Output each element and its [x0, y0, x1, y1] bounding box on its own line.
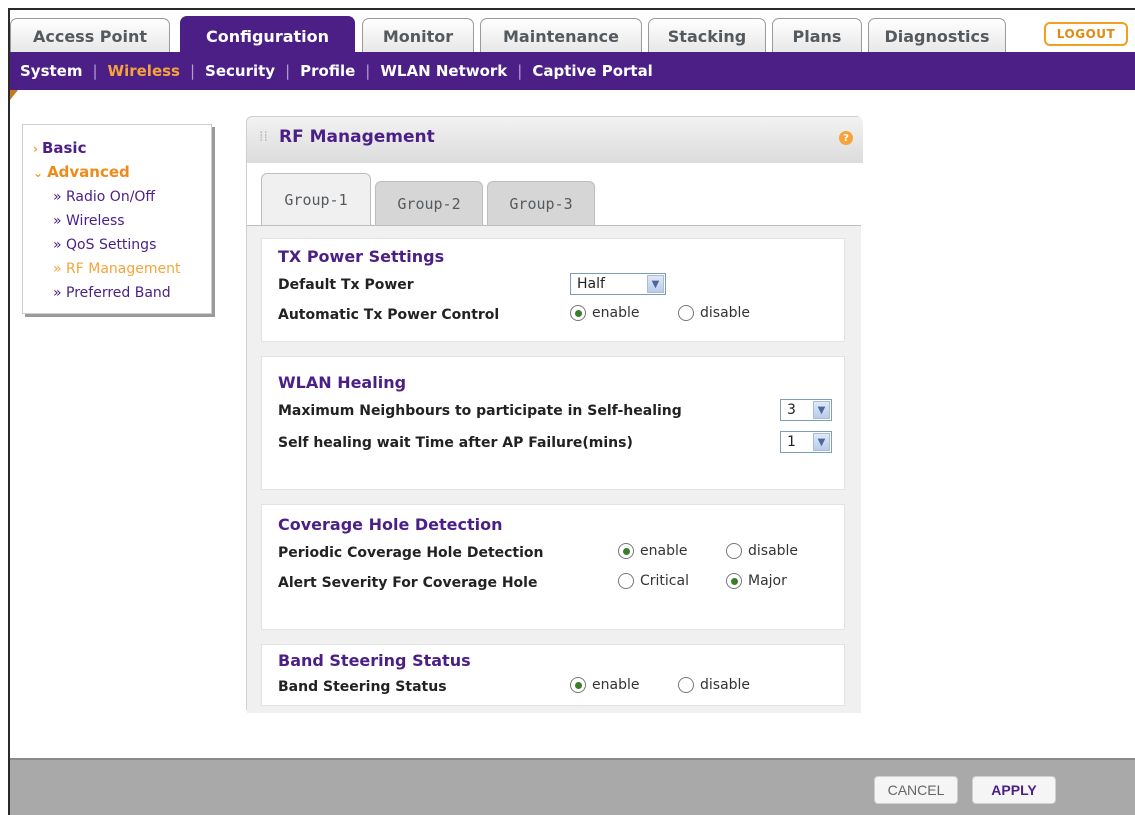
sidebar-item-rf-management[interactable]: » RF Management: [53, 261, 180, 277]
subnav-separator: |: [365, 62, 371, 80]
sidebar-basic-label: Basic: [41, 139, 87, 157]
auto-tx-enable-label: enable: [592, 305, 640, 321]
radio-selected-icon: [570, 677, 586, 693]
alert-critical-label: Critical: [640, 573, 689, 589]
radio-selected-icon: [618, 543, 634, 559]
subnav-profile[interactable]: Profile: [300, 62, 355, 80]
alert-severity-label: Alert Severity For Coverage Hole: [278, 575, 538, 591]
panel-header: ⁞⁞ RF Management ?: [247, 117, 863, 163]
auto-tx-power-label: Automatic Tx Power Control: [278, 307, 500, 323]
healing-wait-value: 1: [787, 434, 796, 450]
radio-selected-icon: [726, 573, 742, 589]
panel-body: Group-1 Group-2 Group-3 TX Power Setting…: [247, 163, 863, 715]
sidebar-item-radio-on-off[interactable]: » Radio On/Off: [53, 189, 155, 205]
alert-major-label: Major: [748, 573, 787, 589]
alert-critical-radio[interactable]: Critical: [618, 573, 689, 589]
sidebar-advanced[interactable]: ⌄ Advanced: [33, 163, 130, 181]
chevron-down-icon: ▼: [813, 433, 830, 451]
subnav-separator: |: [92, 62, 98, 80]
subnav-captive-portal[interactable]: Captive Portal: [532, 62, 652, 80]
tab-monitor[interactable]: Monitor: [362, 18, 474, 54]
wlan-healing-section: WLAN Healing Maximum Neighbours to parti…: [261, 356, 845, 490]
tab-plans[interactable]: Plans: [772, 18, 862, 54]
chevron-right-icon: ›: [33, 142, 38, 156]
top-tab-bar: Access Point Configuration Monitor Maint…: [10, 10, 1135, 56]
periodic-enable-label: enable: [640, 543, 688, 559]
sidebar: › Basic ⌄ Advanced » Radio On/Off » Wirele…: [22, 124, 212, 314]
alert-major-radio[interactable]: Major: [726, 573, 787, 589]
auto-tx-disable-radio[interactable]: disable: [678, 305, 750, 321]
band-steering-label: Band Steering Status: [278, 679, 447, 695]
subnav-separator: |: [189, 62, 196, 80]
tab-maintenance[interactable]: Maintenance: [480, 18, 642, 54]
max-neighbours-select[interactable]: 3 ▼: [780, 399, 832, 421]
coverage-hole-title: Coverage Hole Detection: [278, 515, 503, 534]
subnav-wlan-network[interactable]: WLAN Network: [380, 62, 507, 80]
default-tx-power-label: Default Tx Power: [278, 277, 414, 293]
tab-group-3[interactable]: Group-3: [487, 181, 595, 225]
action-bar: CANCEL APPLY: [10, 758, 1135, 815]
periodic-disable-radio[interactable]: disable: [726, 543, 798, 559]
cancel-button[interactable]: CANCEL: [874, 776, 958, 804]
radio-selected-icon: [570, 305, 586, 321]
tx-power-section: TX Power Settings Default Tx Power Half …: [261, 238, 845, 342]
tx-power-title: TX Power Settings: [278, 247, 445, 266]
sub-navigation: System | Wireless | Security | Profile |…: [10, 52, 1135, 90]
apply-button[interactable]: APPLY: [972, 776, 1056, 804]
band-steering-enable-label: enable: [592, 677, 640, 693]
subnav-security[interactable]: Security: [205, 62, 275, 80]
tab-diagnostics[interactable]: Diagnostics: [868, 18, 1006, 54]
subnav-system[interactable]: System: [20, 62, 82, 80]
sidebar-item-wireless[interactable]: » Wireless: [53, 213, 125, 229]
grip-icon: ⁞⁞: [259, 129, 268, 145]
subnav-wireless[interactable]: Wireless: [108, 62, 180, 80]
band-steering-enable-radio[interactable]: enable: [570, 677, 639, 693]
band-steering-disable-radio[interactable]: disable: [678, 677, 750, 693]
healing-wait-select[interactable]: 1 ▼: [780, 431, 832, 453]
radio-unselected-icon: [618, 573, 634, 589]
auto-tx-enable-radio[interactable]: enable: [570, 305, 639, 321]
periodic-disable-label: disable: [748, 543, 799, 559]
sidebar-item-preferred-band[interactable]: » Preferred Band: [53, 285, 171, 301]
tab-group-1[interactable]: Group-1: [261, 173, 371, 225]
default-tx-power-select[interactable]: Half ▼: [570, 273, 666, 295]
wlan-healing-title: WLAN Healing: [278, 373, 407, 392]
chevron-down-icon: ▼: [813, 401, 830, 419]
chevron-down-icon: ▼: [647, 275, 664, 293]
max-neighbours-label: Maximum Neighbours to participate in Sel…: [278, 403, 682, 419]
band-steering-disable-label: disable: [700, 677, 751, 693]
periodic-enable-radio[interactable]: enable: [618, 543, 687, 559]
sidebar-basic[interactable]: › Basic: [33, 139, 86, 157]
tab-configuration[interactable]: Configuration: [180, 16, 355, 56]
radio-unselected-icon: [726, 543, 742, 559]
panel-title: RF Management: [279, 127, 435, 147]
subnav-separator: |: [517, 62, 523, 80]
chevron-down-icon: ⌄: [33, 166, 44, 180]
subnav-notch: [10, 90, 18, 100]
tab-group-2[interactable]: Group-2: [375, 181, 483, 225]
max-neighbours-value: 3: [787, 402, 796, 418]
sidebar-item-qos-settings[interactable]: » QoS Settings: [53, 237, 156, 253]
band-steering-section: Band Steering Status Band Steering Statu…: [261, 644, 845, 706]
healing-wait-label: Self healing wait Time after AP Failure(…: [278, 435, 633, 451]
logout-button[interactable]: LOGOUT: [1044, 22, 1128, 46]
tab-access-point[interactable]: Access Point: [10, 18, 170, 54]
periodic-coverage-label: Periodic Coverage Hole Detection: [278, 545, 544, 561]
coverage-hole-section: Coverage Hole Detection Periodic Coverag…: [261, 504, 845, 630]
auto-tx-disable-label: disable: [700, 305, 751, 321]
radio-unselected-icon: [678, 677, 694, 693]
subnav-separator: |: [285, 62, 291, 80]
radio-unselected-icon: [678, 305, 694, 321]
tab-content: TX Power Settings Default Tx Power Half …: [247, 225, 861, 713]
band-steering-title: Band Steering Status: [278, 651, 471, 670]
help-icon[interactable]: ?: [839, 131, 853, 145]
tab-stacking[interactable]: Stacking: [648, 18, 766, 54]
rf-management-panel: ⁞⁞ RF Management ? Group-1 Group-2 Group…: [246, 116, 863, 715]
default-tx-power-value: Half: [577, 276, 605, 292]
sidebar-advanced-label: Advanced: [47, 163, 130, 181]
